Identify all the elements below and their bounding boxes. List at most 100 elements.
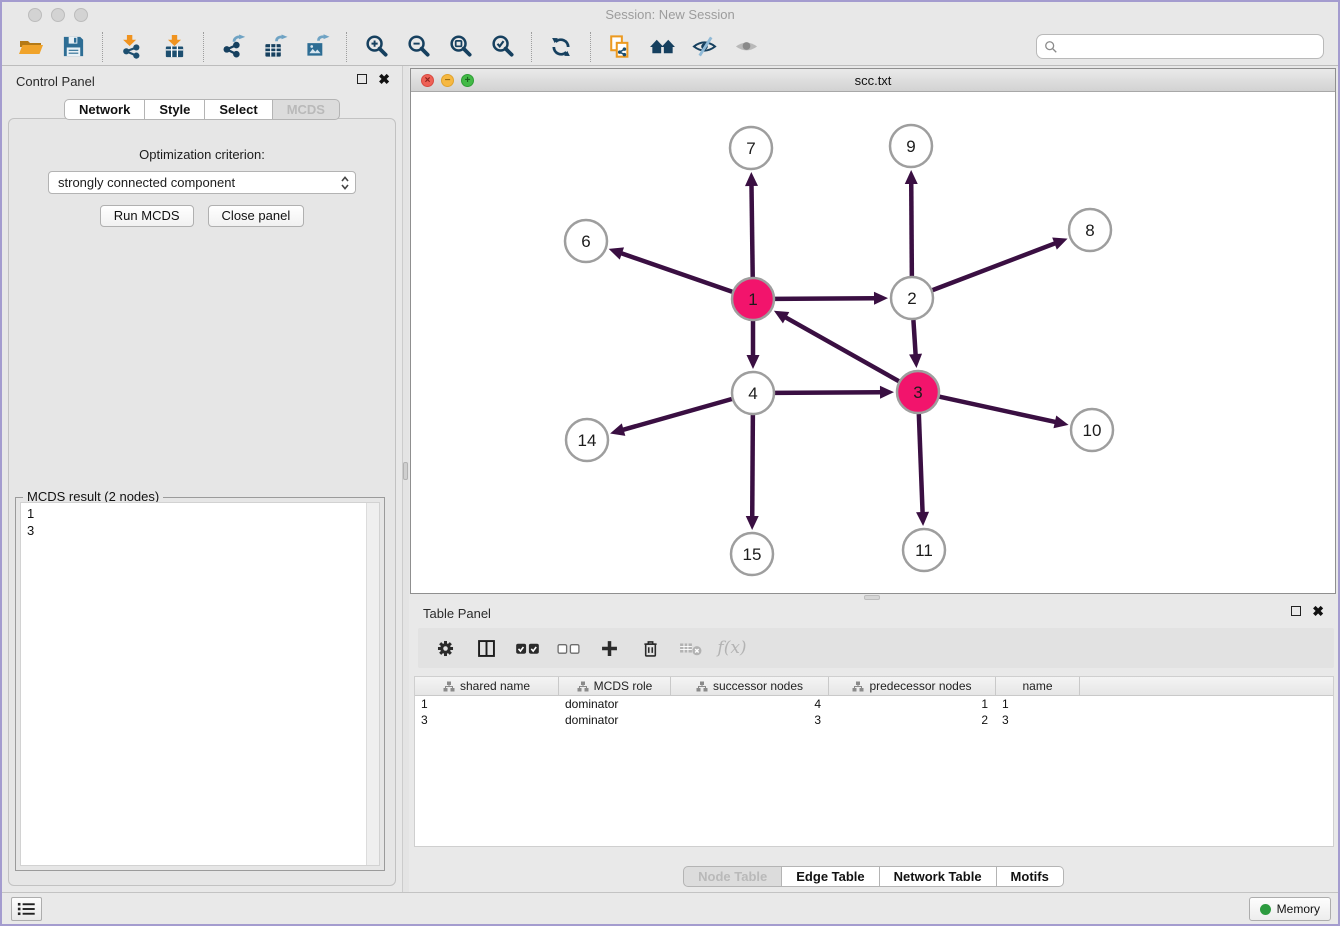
edge-1-7[interactable]	[751, 185, 752, 277]
toolbar-separator	[531, 32, 532, 62]
search-input[interactable]	[1058, 39, 1316, 54]
export-image-icon	[305, 34, 330, 59]
edge-3-11[interactable]	[919, 414, 923, 513]
hide-selected-button[interactable]	[683, 30, 725, 64]
zoom-selected-button[interactable]	[481, 30, 523, 64]
close-panel-icon[interactable]: ✖	[1312, 606, 1324, 616]
import-table-button[interactable]	[153, 30, 195, 64]
toolbar-separator	[590, 32, 591, 62]
import-network-button[interactable]	[111, 30, 153, 64]
function-builder-button[interactable]: f(x)	[719, 633, 745, 663]
tab-mcds[interactable]: MCDS	[273, 99, 340, 120]
zoom-fit-button[interactable]	[439, 30, 481, 64]
gear-icon	[435, 638, 456, 659]
mcds-result-area[interactable]: 1 3	[20, 502, 380, 866]
float-panel-icon[interactable]	[1291, 606, 1301, 616]
edge-arrowhead	[610, 423, 625, 436]
column-header-name[interactable]: name	[996, 677, 1080, 695]
column-header-shared-name[interactable]: shared name	[415, 677, 559, 695]
export-network-button[interactable]	[212, 30, 254, 64]
column-settings-button[interactable]	[432, 633, 458, 663]
node-table[interactable]: shared nameMCDS rolesuccessor nodesprede…	[414, 676, 1334, 847]
edge-3-10[interactable]	[939, 397, 1055, 422]
splitter-grip[interactable]	[864, 595, 880, 600]
table-cell[interactable]: dominator	[559, 696, 671, 712]
mcds-tab-content: Optimization criterion: strongly connect…	[8, 118, 396, 886]
table-cell[interactable]: 1	[829, 696, 996, 712]
search-field[interactable]	[1036, 34, 1324, 59]
network-canvas-svg: 7968124314101511	[411, 92, 1335, 593]
edge-arrowhead	[905, 170, 918, 184]
table-row[interactable]: 3dominator323	[415, 712, 1333, 728]
delete-table-button[interactable]	[678, 633, 704, 663]
memory-button[interactable]: Memory	[1249, 897, 1331, 921]
apply-layout-button[interactable]	[540, 30, 582, 64]
select-all-rows-button[interactable]	[514, 633, 540, 663]
edge-arrowhead	[916, 512, 929, 526]
tab-select[interactable]: Select	[205, 99, 272, 120]
column-header-predecessor-nodes[interactable]: predecessor nodes	[829, 677, 996, 695]
memory-label: Memory	[1277, 902, 1320, 916]
edge-4-14[interactable]	[623, 399, 732, 430]
new-network-from-selection-button[interactable]	[599, 30, 641, 64]
table-row[interactable]: 1dominator411	[415, 696, 1333, 712]
export-table-button[interactable]	[254, 30, 296, 64]
table-cell[interactable]: 3	[996, 712, 1080, 728]
table-cell[interactable]: 4	[671, 696, 829, 712]
edge-arrowhead	[880, 386, 894, 399]
table-panel: Table Panel ✖ f(x) shared nameMCDS roles…	[409, 600, 1338, 892]
tab-motifs[interactable]: Motifs	[997, 866, 1064, 887]
delete-column-button[interactable]	[637, 633, 663, 663]
run-mcds-button[interactable]: Run MCDS	[100, 205, 194, 227]
split-column-icon	[476, 638, 497, 659]
table-cell[interactable]: 3	[671, 712, 829, 728]
trash-icon	[640, 638, 661, 659]
tab-edge-table[interactable]: Edge Table	[782, 866, 879, 887]
table-cell[interactable]: 1	[415, 696, 559, 712]
tab-style[interactable]: Style	[145, 99, 205, 120]
open-session-button[interactable]	[10, 30, 52, 64]
close-panel-button[interactable]: Close panel	[208, 205, 305, 227]
float-panel-icon[interactable]	[357, 74, 367, 84]
task-history-button[interactable]	[11, 897, 42, 921]
search-icon	[1044, 40, 1058, 54]
vertical-splitter[interactable]	[402, 66, 409, 892]
criterion-dropdown[interactable]: strongly connected component	[48, 171, 356, 194]
export-image-button[interactable]	[296, 30, 338, 64]
splitter-grip[interactable]	[403, 462, 408, 480]
tab-network-table[interactable]: Network Table	[880, 866, 997, 887]
deselect-all-rows-button[interactable]	[555, 633, 581, 663]
edge-2-3[interactable]	[913, 320, 915, 355]
zoom-in-button[interactable]	[355, 30, 397, 64]
edge-3-1[interactable]	[785, 317, 899, 381]
edge-2-8[interactable]	[933, 243, 1056, 290]
edge-1-2[interactable]	[775, 298, 875, 299]
result-scrollbar[interactable]	[366, 503, 379, 865]
tab-network[interactable]: Network	[64, 99, 145, 120]
graph-node-label: 15	[743, 545, 762, 564]
save-session-button[interactable]	[52, 30, 94, 64]
first-neighbors-button[interactable]	[641, 30, 683, 64]
add-column-button[interactable]	[596, 633, 622, 663]
zoom-out-button[interactable]	[397, 30, 439, 64]
column-header-MCDS-role[interactable]: MCDS role	[559, 677, 671, 695]
edge-2-9[interactable]	[911, 183, 912, 276]
tab-node-table[interactable]: Node Table	[683, 866, 782, 887]
edge-1-6[interactable]	[621, 253, 732, 292]
table-cell[interactable]: 2	[829, 712, 996, 728]
status-bar: Memory	[2, 892, 1338, 924]
table-cell[interactable]: 1	[996, 696, 1080, 712]
unchecked-boxes-icon	[556, 640, 581, 657]
toggle-column-view-button[interactable]	[473, 633, 499, 663]
edge-arrowhead	[1053, 416, 1068, 429]
table-cell[interactable]: 3	[415, 712, 559, 728]
show-all-button[interactable]	[725, 30, 767, 64]
edge-4-15[interactable]	[752, 415, 753, 517]
network-canvas[interactable]: 7968124314101511	[411, 92, 1335, 593]
dropdown-stepper-icon	[340, 174, 350, 192]
edge-4-3[interactable]	[775, 392, 881, 393]
network-window-titlebar[interactable]: × − + scc.txt	[411, 69, 1335, 92]
table-cell[interactable]: dominator	[559, 712, 671, 728]
close-panel-icon[interactable]: ✖	[378, 74, 390, 84]
column-header-successor-nodes[interactable]: successor nodes	[671, 677, 829, 695]
